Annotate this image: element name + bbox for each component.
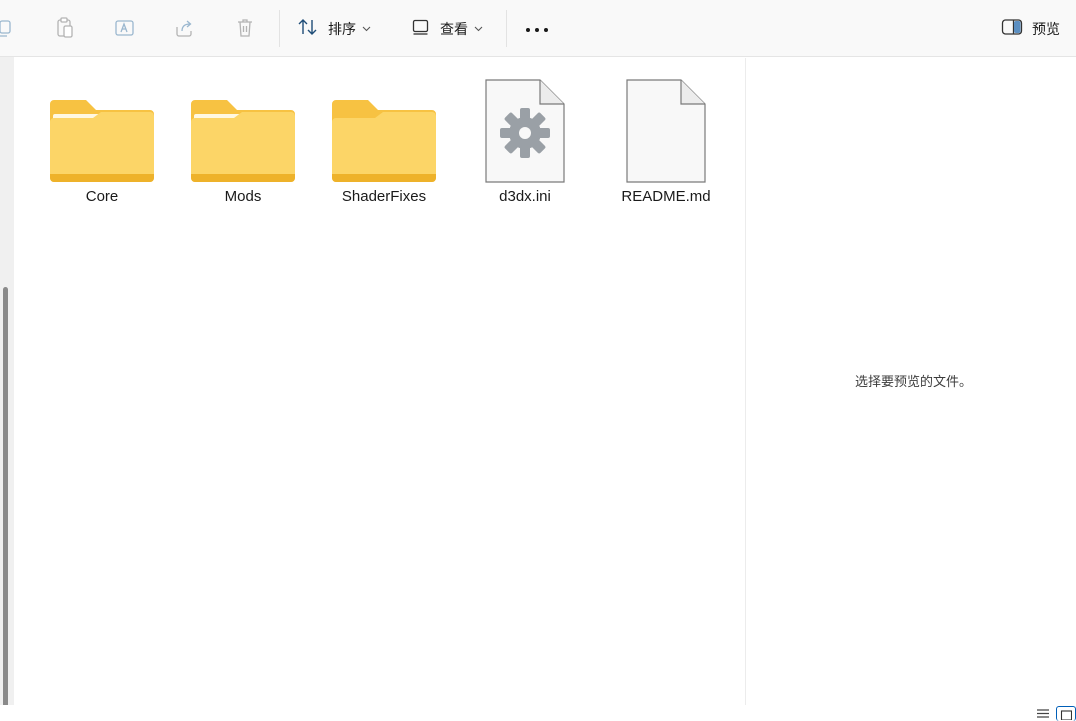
vertical-scrollbar[interactable] xyxy=(0,57,14,721)
large-icons-view-button[interactable] xyxy=(1056,706,1076,721)
toolbar-separator xyxy=(506,10,507,47)
file-name: Core xyxy=(85,188,119,205)
file-item-readme-md[interactable]: README.md xyxy=(603,72,729,222)
file-name: Mods xyxy=(224,188,262,205)
list-icon xyxy=(1036,704,1050,721)
chevron-down-icon xyxy=(362,26,371,32)
status-bar xyxy=(0,705,1076,721)
preview-empty-message: 选择要预览的文件。 xyxy=(854,375,972,390)
details-view-button[interactable] xyxy=(1034,706,1052,721)
paste-icon[interactable] xyxy=(52,15,78,41)
document-icon xyxy=(603,72,729,184)
share-icon[interactable] xyxy=(172,15,198,41)
preview-label: 预览 xyxy=(1032,22,1060,38)
view-label: 查看 xyxy=(440,22,468,38)
file-name: ShaderFixes xyxy=(341,188,427,205)
tiles-icon xyxy=(1060,705,1073,721)
sort-button[interactable]: 排序 xyxy=(297,14,371,44)
scrollbar-thumb[interactable] xyxy=(3,287,8,721)
chevron-down-icon xyxy=(474,26,483,32)
file-item-shaderfixes[interactable]: ShaderFixes xyxy=(321,72,447,222)
command-bar: 排序 查看 预览 xyxy=(0,0,1076,57)
view-button[interactable]: 查看 xyxy=(411,14,483,44)
file-item-core[interactable]: Core xyxy=(39,72,165,222)
toolbar-separator xyxy=(279,10,280,47)
copy-icon[interactable] xyxy=(0,15,18,41)
folder-icon xyxy=(321,72,447,184)
rename-icon[interactable] xyxy=(112,15,138,41)
preview-pane: 选择要预览的文件。 xyxy=(746,58,1076,705)
file-name: d3dx.ini xyxy=(499,188,551,205)
sort-label: 排序 xyxy=(328,22,356,38)
file-item-mods[interactable]: Mods xyxy=(180,72,306,222)
settings-file-icon xyxy=(462,72,588,184)
file-item-d3dx-ini[interactable]: d3dx.ini xyxy=(462,72,588,222)
preview-pane-button[interactable]: 预览 xyxy=(1001,14,1060,44)
file-name: README.md xyxy=(621,188,711,205)
view-icon xyxy=(411,17,431,41)
preview-pane-icon xyxy=(1001,18,1023,40)
folder-icon xyxy=(39,72,165,184)
sort-icon xyxy=(297,17,319,41)
more-icon xyxy=(525,21,549,37)
file-list: Core Mods ShaderFixes d3dx.ini README.md xyxy=(14,58,745,705)
delete-icon[interactable] xyxy=(232,15,258,41)
more-options-button[interactable] xyxy=(525,14,549,44)
folder-icon xyxy=(180,72,306,184)
